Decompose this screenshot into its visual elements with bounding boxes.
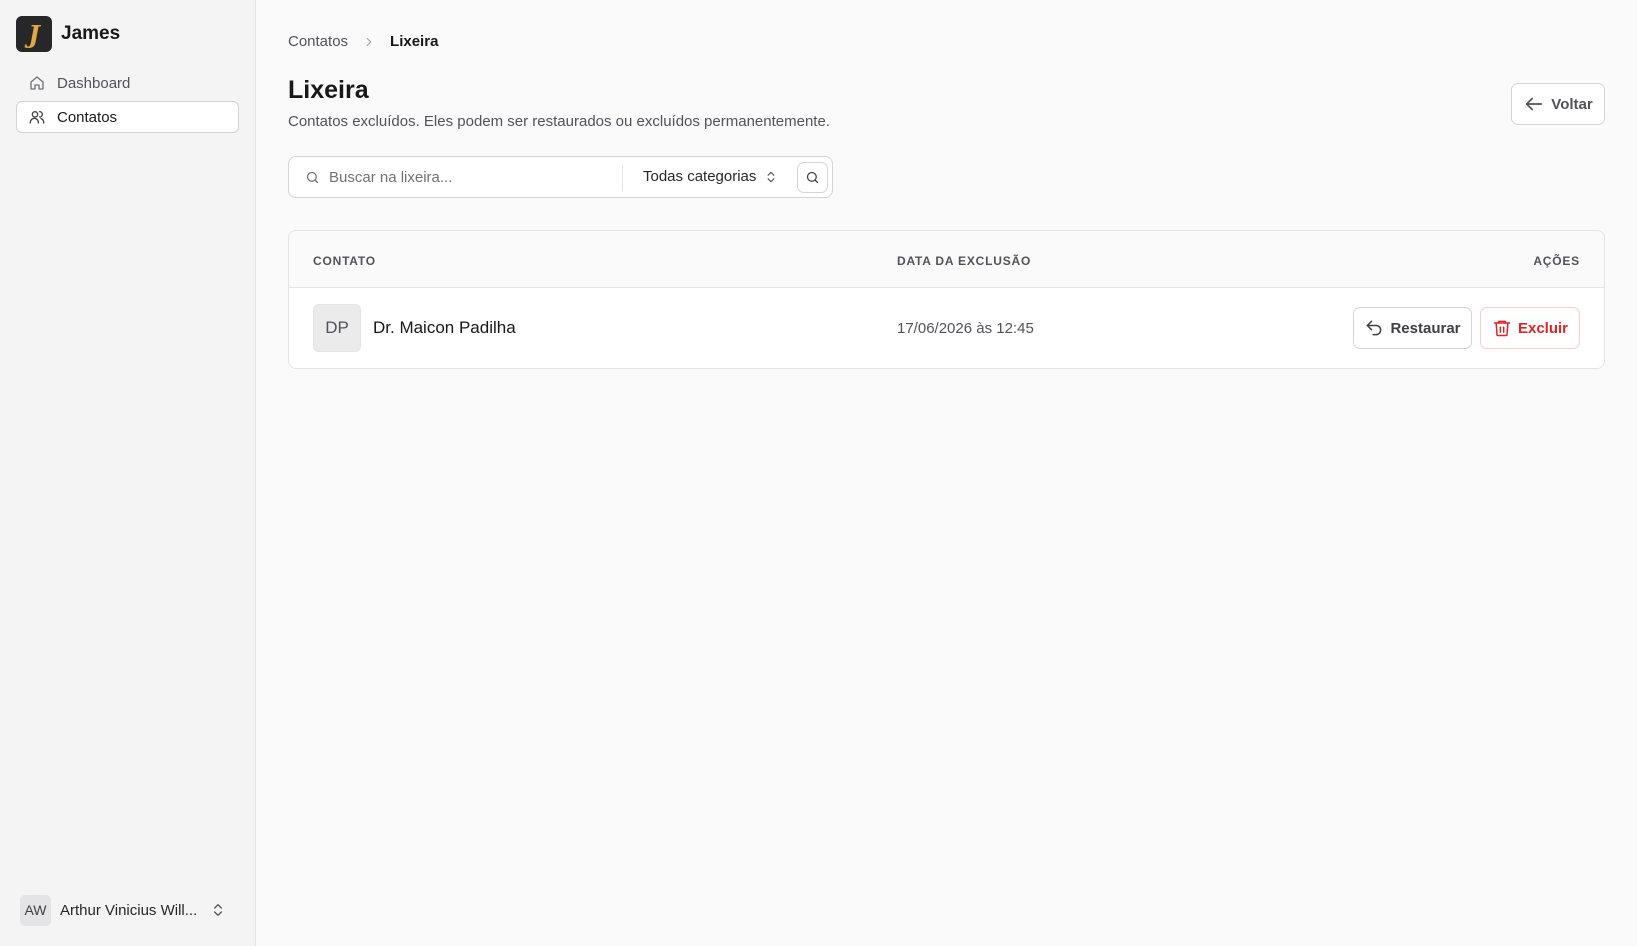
back-button[interactable]: Voltar bbox=[1511, 83, 1605, 125]
avatar: DP bbox=[313, 304, 361, 352]
column-header-date: DATA DA EXCLUSÃO bbox=[897, 254, 1032, 268]
page-subtitle: Contatos excluídos. Eles podem ser resta… bbox=[288, 113, 830, 130]
search-icon bbox=[806, 171, 819, 184]
search-button[interactable] bbox=[797, 162, 828, 193]
sidebar-item-dashboard[interactable]: Dashboard bbox=[16, 67, 239, 99]
trash-icon bbox=[1493, 320, 1511, 337]
column-header-actions: AÇÕES bbox=[1533, 254, 1580, 268]
delete-button-label: Excluir bbox=[1517, 319, 1569, 337]
table-row: DP Dr. Maicon Padilha 17/06/2026 às 12:4… bbox=[289, 288, 1604, 368]
breadcrumb: Contatos Lixeira bbox=[288, 33, 438, 50]
breadcrumb-contatos[interactable]: Contatos bbox=[288, 33, 348, 50]
users-icon bbox=[29, 111, 45, 124]
divider bbox=[622, 165, 623, 191]
contact-name: Dr. Maicon Padilha bbox=[373, 318, 516, 337]
user-name: Arthur Vinicius Will... bbox=[60, 901, 198, 919]
sidebar-item-label: Dashboard bbox=[57, 74, 131, 92]
brand-name: James bbox=[61, 23, 121, 44]
search-input[interactable] bbox=[329, 166, 589, 188]
category-select-value: Todas categorias bbox=[643, 168, 757, 185]
column-header-contact: CONTATO bbox=[313, 254, 376, 268]
back-button-label: Voltar bbox=[1551, 95, 1593, 113]
sidebar-item-contatos[interactable]: Contatos bbox=[16, 101, 239, 133]
chevron-right-icon bbox=[362, 35, 376, 49]
undo-icon bbox=[1367, 320, 1382, 336]
sidebar: J James Dashboard Contatos AW Arthur Vin… bbox=[0, 0, 256, 946]
sidebar-nav: Dashboard Contatos bbox=[16, 67, 239, 135]
trash-table: CONTATO DATA DA EXCLUSÃO AÇÕES DP Dr. Ma… bbox=[288, 230, 1605, 369]
restore-button-label: Restaurar bbox=[1390, 319, 1461, 337]
table-header: CONTATO DATA DA EXCLUSÃO AÇÕES bbox=[289, 231, 1604, 288]
chevrons-up-down-icon bbox=[214, 904, 222, 916]
restore-button[interactable]: Restaurar bbox=[1353, 307, 1472, 349]
chevrons-up-down-icon bbox=[767, 171, 775, 182]
page-title: Lixeira bbox=[288, 76, 369, 104]
avatar: AW bbox=[20, 894, 51, 926]
delete-button[interactable]: Excluir bbox=[1480, 307, 1580, 349]
deleted-at: 17/06/2026 às 12:45 bbox=[897, 320, 1034, 337]
brand-logo: J bbox=[16, 16, 52, 52]
arrow-left-icon bbox=[1526, 97, 1543, 111]
category-select[interactable]: Todas categorias bbox=[643, 168, 778, 185]
breadcrumb-current: Lixeira bbox=[390, 33, 439, 50]
user-menu[interactable]: AW Arthur Vinicius Will... bbox=[20, 894, 240, 926]
brand[interactable]: J James bbox=[16, 16, 120, 52]
home-icon bbox=[30, 76, 44, 90]
sidebar-item-label: Contatos bbox=[57, 108, 118, 126]
search-icon bbox=[305, 170, 320, 190]
search-bar: Todas categorias bbox=[288, 156, 833, 198]
